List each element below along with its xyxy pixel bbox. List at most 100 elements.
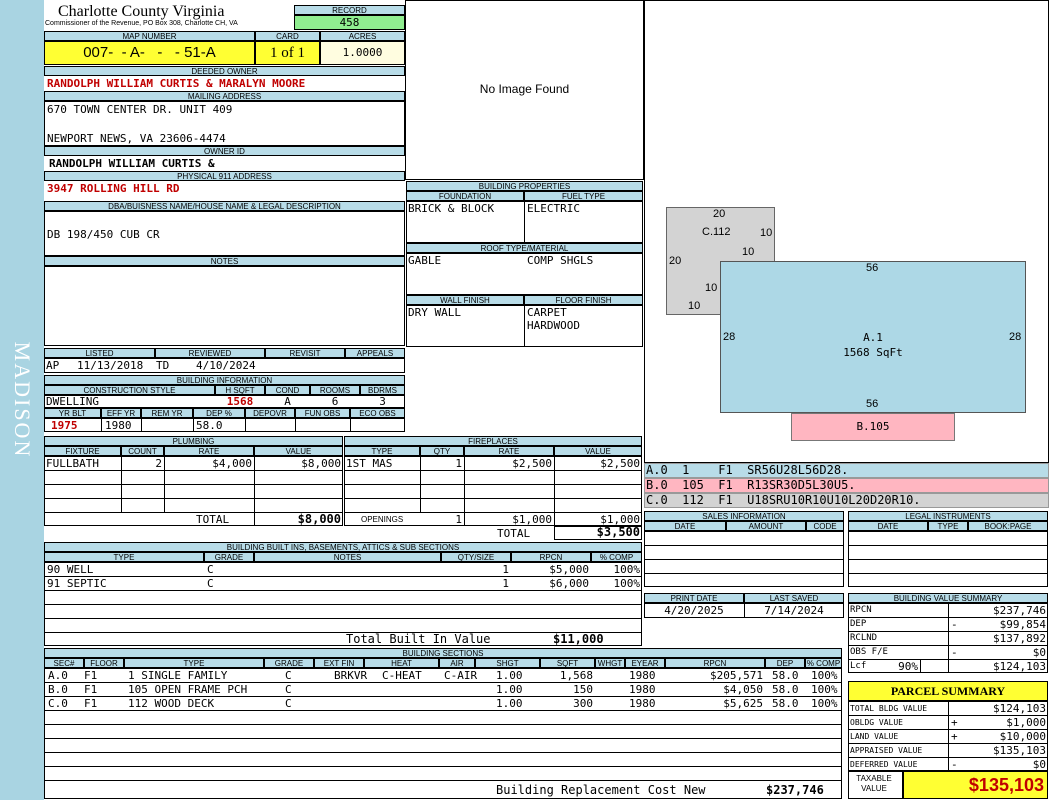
floor-finish-2: HARDWOOD xyxy=(527,319,580,332)
bvs-obs-value: $0 xyxy=(1032,646,1046,659)
bs-eyear: 1980 xyxy=(629,683,656,696)
sketch-code-b: B.0 105 F1 R13SR30D5L30U5. xyxy=(646,478,856,492)
bs-floor-header: FLOOR xyxy=(84,658,124,668)
bi-comp: 100% xyxy=(613,563,641,576)
plumbing-total: $8,000 xyxy=(297,512,341,526)
floor-finish-header: FLOOR FINISH xyxy=(524,295,643,305)
li-bookpage-header: BOOK:PAGE xyxy=(968,521,1048,531)
fuel-type-header: FUEL TYPE xyxy=(524,191,643,201)
bvs-rclnd-value: $137,892 xyxy=(993,632,1046,645)
openings-rate: $1,000 xyxy=(512,513,552,526)
bs-dep: 58.0 xyxy=(772,697,799,710)
plumbing-value: $8,000 xyxy=(301,457,341,470)
bi-qty: 1 xyxy=(502,577,509,590)
foundation-header: FOUNDATION xyxy=(406,191,524,201)
sketch-c-bottom: 10 xyxy=(688,300,701,312)
parcel-appraised-label: APPRAISED VALUE xyxy=(850,746,923,755)
wall-finish-value: DRY WALL xyxy=(408,306,461,319)
fp-rate-header: RATE xyxy=(464,446,554,456)
parcel-deferred-value: $0 xyxy=(1032,758,1046,771)
sketch-code-a: A.0 1 F1 SR56U28L56D28. xyxy=(646,463,849,477)
li-type-header: TYPE xyxy=(928,521,968,531)
notes-header: NOTES xyxy=(44,256,405,266)
notes-box xyxy=(44,266,405,346)
yr-blt-value: 1975 xyxy=(51,419,78,432)
bs-shgt: 1.00 xyxy=(496,669,523,682)
physical-address: 3947 ROLLING HILL RD xyxy=(47,182,180,195)
last-saved-header: LAST SAVED xyxy=(744,593,844,603)
bi-grade-header: GRADE xyxy=(204,552,254,562)
bs-sec: A.0 xyxy=(48,669,68,682)
fp-qty-header: QTY xyxy=(420,446,464,456)
parcel-land-label: LAND VALUE xyxy=(850,732,899,741)
bs-rpcn: $5,625 xyxy=(723,697,763,710)
sketch-code-c: C.0 112 F1 U18SRU10R10U10L20D20R10. xyxy=(646,493,921,507)
bi-type-header: TYPE xyxy=(44,552,204,562)
total-built-in-value: $11,000 xyxy=(553,632,604,646)
rooms-value: 6 xyxy=(331,395,339,408)
bs-air: C-AIR xyxy=(444,669,478,682)
print-date-header: PRINT DATE xyxy=(644,593,744,603)
bi-qty-header: QTY/SIZE xyxy=(441,552,511,562)
county-address: Commissioner of the Revenue, PO Box 308,… xyxy=(45,20,238,27)
bs-air-header: AIR xyxy=(439,658,475,668)
sketch-c-left: 20 xyxy=(669,255,682,267)
roof-material: COMP SHGLS xyxy=(527,254,594,267)
bs-ext: BRKVR xyxy=(334,669,368,682)
sketch-c-right: 10 xyxy=(760,227,773,239)
li-date-header: DATE xyxy=(848,521,928,531)
sketch-c-top: 20 xyxy=(713,208,726,220)
bs-sec-header: SEC# xyxy=(44,658,84,668)
sales-info-header: SALES INFORMATION xyxy=(644,511,844,521)
no-image-text: No Image Found xyxy=(479,82,570,96)
taxable-label: TAXABLE VALUE xyxy=(856,774,892,793)
dba-header: DBA/BUISNESS NAME/HOUSE NAME & LEGAL DES… xyxy=(44,201,405,211)
bs-grade-header: GRADE xyxy=(264,658,314,668)
listed-code: AP xyxy=(46,359,60,372)
bvs-dep-label: DEP xyxy=(850,619,867,629)
bvs-obs-label: OBS F/E xyxy=(850,647,888,657)
bs-ext-header: EXT FIN xyxy=(314,658,364,668)
bs-sec: C.0 xyxy=(48,697,68,710)
bs-shgt: 1.00 xyxy=(496,683,523,696)
dep-pct-header: DEP % xyxy=(193,408,245,418)
bvs-rpcn-label: RPCN xyxy=(850,605,872,615)
taxable-value: $135,103 xyxy=(903,771,1048,799)
bs-sqft-header: SQFT xyxy=(540,658,595,668)
sketch-c-inner: 10 xyxy=(705,282,718,294)
sketch-a-left: 28 xyxy=(723,331,736,343)
fp-type-header: TYPE xyxy=(344,446,420,456)
bs-heat: C-HEAT xyxy=(382,669,422,682)
bs-eyear: 1980 xyxy=(629,697,656,710)
bdrms-value: 3 xyxy=(379,395,386,408)
deeded-owner: RANDOLPH WILLIAM CURTIS & MARALYN MOORE xyxy=(47,77,306,90)
fp-total-label: TOTAL xyxy=(497,527,531,540)
roof-header: ROOF TYPE/MATERIAL xyxy=(406,243,643,253)
bs-shgt: 1.00 xyxy=(496,697,523,710)
fireplaces-total: $3,500 xyxy=(596,525,640,539)
district-name: MADISON xyxy=(10,341,35,459)
bi-comp: 100% xyxy=(613,577,641,590)
sales-code-header: CODE xyxy=(806,521,844,531)
bs-sqft: 300 xyxy=(573,697,593,710)
hsqft-header: H SQFT xyxy=(215,385,265,395)
legal-instruments-header: LEGAL INSTRUMENTS xyxy=(848,511,1048,521)
fireplaces-header: FIREPLACES xyxy=(344,436,642,446)
bs-eyear: 1980 xyxy=(629,669,656,682)
construction-style-header: CONSTRUCTION STYLE xyxy=(44,385,215,395)
bs-sqft: 1,568 xyxy=(559,669,593,682)
acres-value: 1.0000 xyxy=(320,41,405,65)
eff-yr-value: 1980 xyxy=(105,419,132,432)
brcn-value: $237,746 xyxy=(766,783,824,797)
print-date: 4/20/2025 xyxy=(664,604,724,617)
count-header: COUNT xyxy=(121,446,164,456)
parcel-deferred-label: DEFERRED VALUE xyxy=(850,760,918,769)
map-number-header: MAP NUMBER xyxy=(44,31,255,41)
listed-date: 11/13/2018 xyxy=(77,359,144,372)
bs-rpcn-header: RPCN xyxy=(665,658,765,668)
bs-floor: F1 xyxy=(84,669,98,682)
bs-dep: 58.0 xyxy=(772,683,799,696)
plumbing-fixture: FULLBATH xyxy=(46,457,99,470)
bi-qty: 1 xyxy=(502,563,509,576)
last-saved: 7/14/2024 xyxy=(764,604,824,617)
